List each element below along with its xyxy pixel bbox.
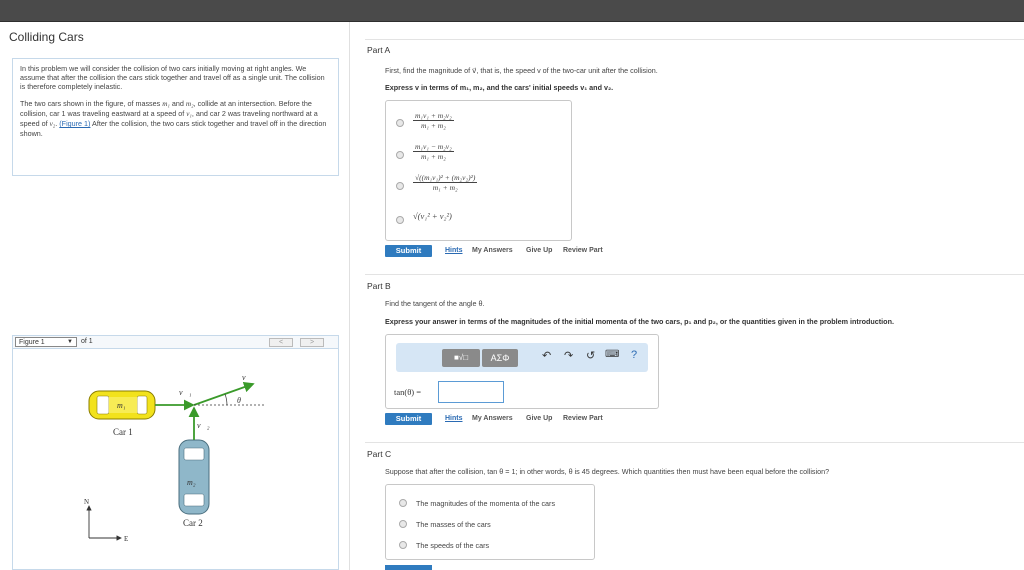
option-1-denominator: m₁ + m₂ <box>420 121 446 130</box>
submit-button[interactable]: Submit <box>385 245 432 257</box>
templates-button[interactable]: ■√□ <box>442 349 480 367</box>
option-3-denominator: m₁ + m₂ <box>432 183 458 192</box>
my-answers-link[interactable]: My Answers <box>472 415 513 422</box>
figure-toolbar: Figure 1 ▼ of 1 < > <box>12 335 339 349</box>
part-a-instruction: Express v in terms of m₁, m₂, and the ca… <box>385 83 614 92</box>
option-3: √((m₁v₁)² + (m₂v₂)²) m₁ + m₂ <box>413 173 478 192</box>
intro-text: and <box>169 98 186 108</box>
compass-e-label: E <box>124 535 128 543</box>
give-up-link[interactable]: Give Up <box>526 415 552 422</box>
part-a-actions: Submit Hints My Answers Give Up Review P… <box>385 245 785 257</box>
option-2: m₁v₁ − m₂v₂ m₁ + m₂ <box>413 142 454 161</box>
hints-link[interactable]: Hints <box>445 247 463 254</box>
answer-label: tan(θ) = <box>394 387 422 397</box>
part-a-options: m₁v₁ + m₂v₂ m₁ + m₂ m₁v₁ − m₂v₂ m₁ + m₂ √(… <box>385 100 572 241</box>
part-b-instruction: Express your answer in terms of the magn… <box>385 317 894 326</box>
left-panel: Colliding Cars In this problem we will c… <box>0 22 350 570</box>
divider <box>365 442 1024 443</box>
reset-icon[interactable]: ↺ <box>586 349 595 362</box>
dropdown-arrow-icon: ▼ <box>67 339 73 345</box>
divider <box>365 274 1024 275</box>
car1-label: Car 1 <box>113 427 133 437</box>
page-title: Colliding Cars <box>9 30 84 44</box>
part-c-question: Suppose that after the collision, tan θ … <box>385 467 830 476</box>
figure-link[interactable]: (Figure 1) <box>59 119 90 128</box>
figure-panel: m₁ Car 1 m₂ Car 2 v⃗₁ v⃗₂ v⃗ θ N E <box>12 348 339 570</box>
top-bar <box>0 0 1024 22</box>
help-icon[interactable]: ? <box>631 349 637 361</box>
option-4: √(v₁² + v₂²) <box>413 211 452 221</box>
intro-paragraph-2: The two cars shown in the figure, of mas… <box>20 99 331 139</box>
part-a-heading: Part A <box>367 45 391 55</box>
theta-label: θ <box>237 396 241 405</box>
undo-icon[interactable]: ↶ <box>542 349 551 362</box>
part-b-answer-box: ■√□ AΣΦ ↶ ↷ ↺ ⌨ ? tan(θ) = <box>385 334 659 409</box>
var-m2: m₂ <box>185 99 194 108</box>
choice-speeds[interactable]: The speeds of the cars <box>399 541 490 550</box>
review-part-link[interactable]: Review Part <box>563 247 603 254</box>
hints-link[interactable]: Hints <box>445 415 463 422</box>
option-radio[interactable] <box>396 119 404 127</box>
option-1-numerator: m₁v₁ + m₂v₂ <box>413 111 454 121</box>
option-radio[interactable] <box>396 151 404 159</box>
car2-label: Car 2 <box>183 518 203 528</box>
give-up-link[interactable]: Give Up <box>526 247 552 254</box>
choice-momenta[interactable]: The magnitudes of the momenta of the car… <box>399 499 556 508</box>
option-2-denominator: m₁ + m₂ <box>420 152 446 161</box>
var-m1: m₁ <box>162 99 170 108</box>
intro-text: The two cars shown in the figure, of mas… <box>20 98 163 108</box>
answer-input[interactable] <box>438 381 504 403</box>
option-2-numerator: m₁v₁ − m₂v₂ <box>413 142 454 152</box>
v1-label: v⃗₁ <box>179 388 192 397</box>
part-a-question: First, find the magnitude of v⃗, that is… <box>385 66 658 75</box>
figure-selector[interactable]: Figure 1 ▼ <box>15 337 77 347</box>
divider <box>365 39 1024 40</box>
collision-figure: m₁ Car 1 m₂ Car 2 v⃗₁ v⃗₂ v⃗ θ N E <box>84 373 265 543</box>
intro-box: In this problem we will consider the col… <box>12 58 339 176</box>
part-b-question: Find the tangent of the angle θ. <box>385 299 485 308</box>
part-b-heading: Part B <box>367 281 391 291</box>
option-3-numerator: √((m₁v₁)² + (m₂v₂)²) <box>413 173 478 183</box>
v2-label: v⃗₂ <box>197 421 210 430</box>
redo-icon[interactable]: ↷ <box>564 349 573 362</box>
figure-selector-label: Figure 1 <box>19 339 45 346</box>
prev-figure-button[interactable]: < <box>269 338 293 347</box>
symbols-button[interactable]: AΣΦ <box>482 349 518 367</box>
part-c-options: The magnitudes of the momenta of the car… <box>385 484 595 560</box>
keyboard-icon[interactable]: ⌨ <box>605 349 619 360</box>
choice-label: The speeds of the cars <box>416 541 490 550</box>
choice-masses[interactable]: The masses of the cars <box>399 520 491 529</box>
next-figure-button[interactable]: > <box>300 338 324 347</box>
my-answers-link[interactable]: My Answers <box>472 247 513 254</box>
choice-label: The masses of the cars <box>416 520 491 529</box>
choice-label: The magnitudes of the momenta of the car… <box>416 499 556 508</box>
option-radio[interactable] <box>399 499 407 507</box>
v-label: v⃗ <box>242 373 252 382</box>
car-2 <box>178 439 210 515</box>
math-toolbar: ■√□ AΣΦ ↶ ↷ ↺ ⌨ ? <box>396 343 648 372</box>
part-b-actions: Submit Hints My Answers Give Up Review P… <box>385 413 785 425</box>
velocity-v-arrow <box>193 381 255 406</box>
part-c-submit-button[interactable] <box>385 565 432 570</box>
review-part-link[interactable]: Review Part <box>563 415 603 422</box>
option-radio[interactable] <box>396 216 404 224</box>
option-radio[interactable] <box>399 520 407 528</box>
theta-arc <box>224 393 228 406</box>
part-c-heading: Part C <box>367 449 392 459</box>
intro-paragraph-1: In this problem we will consider the col… <box>20 64 325 92</box>
submit-button[interactable]: Submit <box>385 413 432 425</box>
car1-mass-label: m₁ <box>117 401 126 410</box>
car2-mass-label: m₂ <box>187 478 196 487</box>
compass-n-label: N <box>84 498 89 506</box>
option-1: m₁v₁ + m₂v₂ m₁ + m₂ <box>413 111 454 130</box>
figure-count: of 1 <box>81 338 93 345</box>
option-radio[interactable] <box>399 541 407 549</box>
option-radio[interactable] <box>396 182 404 190</box>
